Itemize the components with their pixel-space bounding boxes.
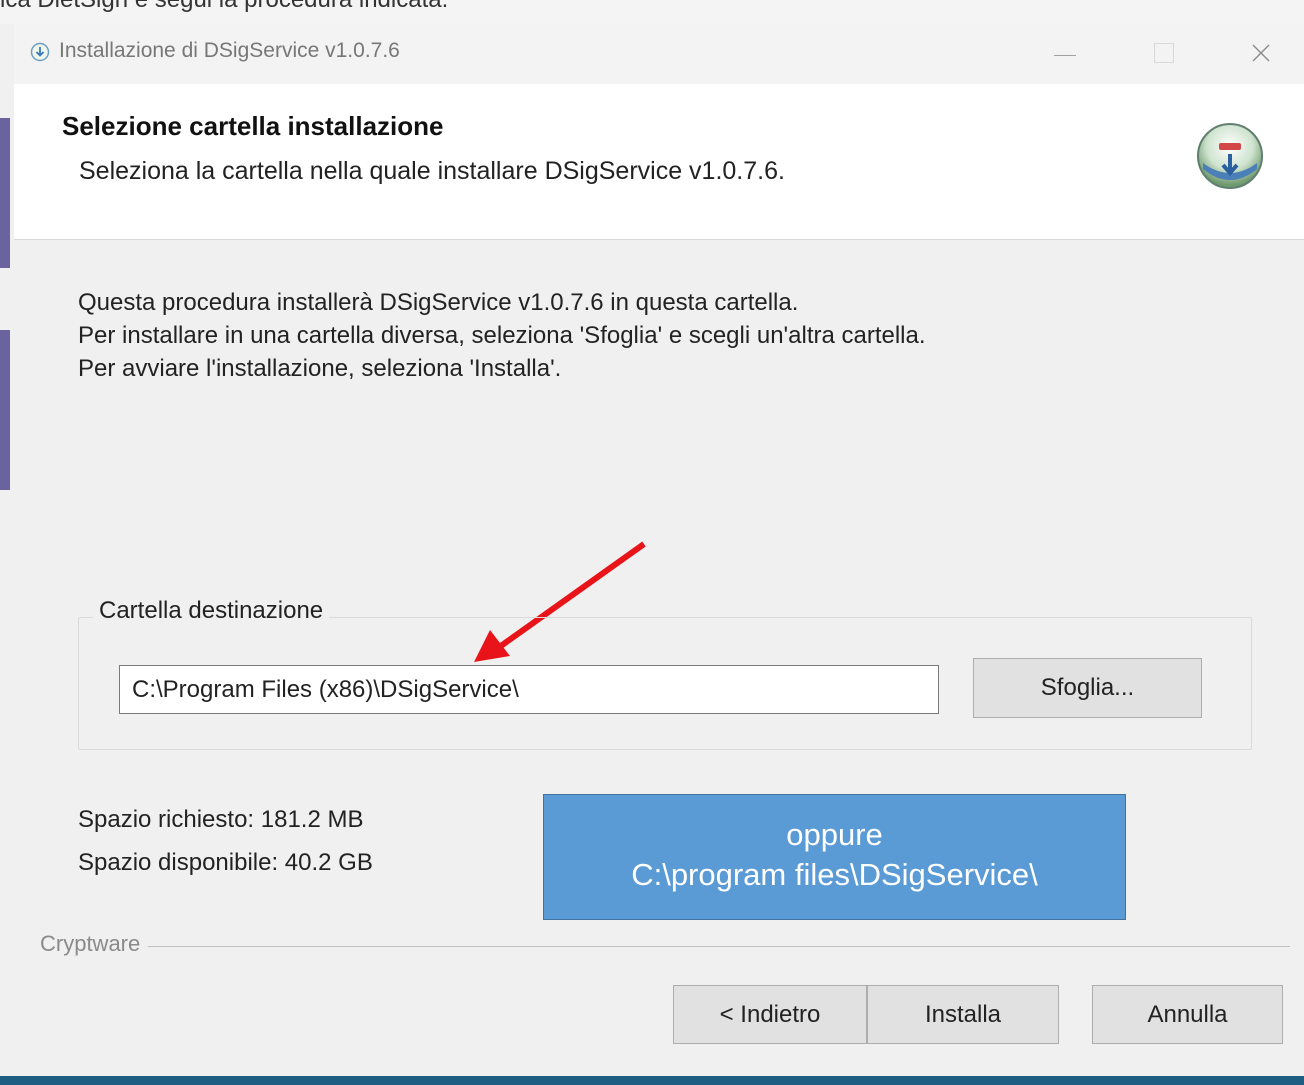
- instruction-line: Per avviare l'installazione, seleziona '…: [78, 355, 562, 382]
- close-icon: [1252, 44, 1270, 62]
- close-button[interactable]: [1238, 30, 1284, 76]
- destination-folder-label: Cartella destinazione: [93, 597, 330, 625]
- destination-folder-group: Cartella destinazione C:\Program Files (…: [78, 597, 1252, 750]
- background-decoration: [0, 330, 10, 490]
- maximize-button[interactable]: [1140, 30, 1186, 76]
- footer-divider: [40, 946, 1290, 947]
- background-decoration: [0, 118, 10, 268]
- browse-button[interactable]: Sfoglia...: [973, 658, 1202, 718]
- background-page-strip: ica DietSign e segui la procedura indica…: [0, 0, 1304, 24]
- install-button[interactable]: Installa: [867, 985, 1059, 1044]
- instruction-line: Per installare in una cartella diversa, …: [78, 322, 926, 349]
- page-title: Selezione cartella installazione: [62, 111, 444, 141]
- window-title: Installazione di DSigService v1.0.7.6: [59, 39, 400, 62]
- instruction-line: Questa procedura installerà DSigService …: [78, 289, 799, 316]
- cancel-button[interactable]: Annulla: [1092, 985, 1283, 1044]
- branding-label: Cryptware: [40, 931, 149, 957]
- background-page-text: ica DietSign e segui la procedura indica…: [0, 0, 448, 14]
- minimize-button[interactable]: [1042, 30, 1088, 76]
- page-subtitle: Seleziona la cartella nella quale instal…: [79, 157, 785, 185]
- back-button[interactable]: < Indietro: [673, 985, 867, 1044]
- destination-path-input[interactable]: C:\Program Files (x86)\DSigService\: [119, 665, 939, 714]
- taskbar-edge: [0, 1076, 1304, 1085]
- note-line: C:\program files\DSigService\: [631, 857, 1038, 892]
- note-line: oppure: [786, 817, 883, 852]
- wizard-header: Selezione cartella installazione Selezio…: [14, 84, 1304, 240]
- background-page-left-edge: [0, 24, 14, 1085]
- space-required: Spazio richiesto: 181.2 MB: [78, 806, 364, 833]
- installer-dialog: Installazione di DSigService v1.0.7.6 Se…: [14, 24, 1304, 1076]
- installer-app-icon: [30, 42, 50, 62]
- space-available: Spazio disponibile: 40.2 GB: [78, 849, 373, 876]
- installer-disc-icon: [1197, 123, 1263, 189]
- title-bar: Installazione di DSigService v1.0.7.6: [14, 24, 1304, 84]
- alternative-path-note: oppure C:\program files\DSigService\: [543, 794, 1126, 920]
- instructions: Questa procedura installerà DSigService …: [78, 286, 926, 385]
